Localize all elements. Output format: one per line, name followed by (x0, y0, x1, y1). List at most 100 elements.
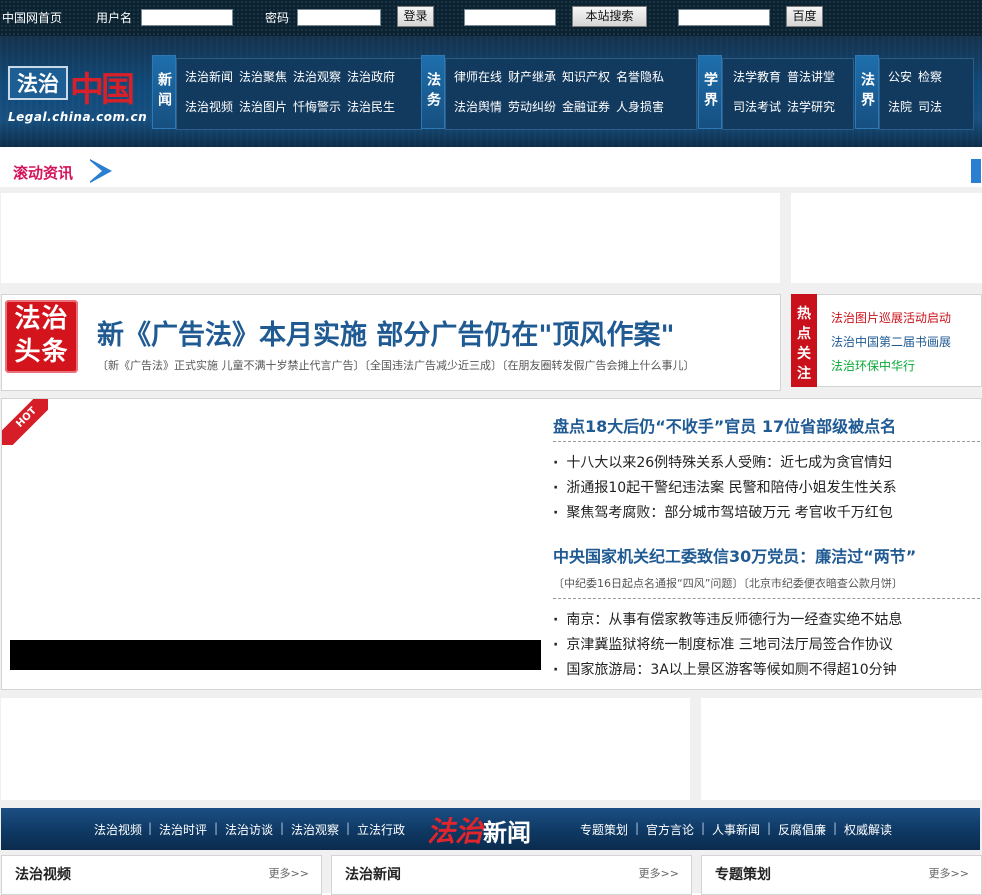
scroll-indicator (971, 159, 981, 183)
news-list-item[interactable]: 国家旅游局：3A以上景区游客等候如厕不得超10分钟 (553, 659, 896, 679)
news-list-item[interactable]: 聚焦驾考腐败：部分城市驾培破万元 考官收千万红包 (553, 502, 892, 522)
nav-link[interactable]: 法治图片 (239, 98, 287, 115)
top-login-bar: 中国网首页 用户名 密码 登录 本站搜索 百度 (0, 0, 982, 36)
more-link[interactable]: 更多>> (929, 865, 969, 881)
legal-news-logo-white: 新闻 (483, 818, 532, 847)
nav-link[interactable]: 司法考试 (733, 98, 781, 115)
nav-link[interactable]: 法治观察 (293, 68, 341, 85)
headline-block: 法治头条 新《广告法》本月实施 部分广告仍在"顶风作案" 〔新《广告法》正式实施… (1, 294, 781, 391)
divider: | (280, 821, 285, 835)
more-link[interactable]: 更多>> (639, 865, 679, 881)
legal-news-logo: 法治新闻 (427, 810, 531, 850)
photo-caption-bar[interactable] (10, 640, 541, 670)
legal-news-nav-link[interactable]: 官方言论 (646, 821, 694, 838)
main-news-block: HOT 盘点18大后仍“不收手”官员 17位省部级被点名 十八大以来26例特殊关… (1, 398, 982, 690)
column-legal-video: 法治视频 更多>> (1, 855, 322, 895)
hot-ribbon: HOT (2, 399, 48, 445)
nav-link[interactable]: 法学教育 (733, 68, 781, 85)
nav-link[interactable]: 法院 (888, 98, 912, 115)
nav-link[interactable]: 法治民生 (347, 98, 395, 115)
divider: | (701, 821, 706, 835)
hot-ribbon-text: HOT (2, 399, 48, 445)
ad-banner-side[interactable] (791, 193, 982, 283)
site-search-button[interactable]: 本站搜索 (572, 6, 647, 27)
hot-focus-item[interactable]: 法治中国第二届书画展 (831, 333, 951, 350)
nav-link[interactable]: 法治政府 (347, 68, 395, 85)
news-block2-sub-links[interactable]: 〔中纪委16日起点名通报“四风”问题〕〔北京市纪委便衣暗查公款月饼〕 (553, 575, 903, 591)
more-link[interactable]: 更多>> (269, 865, 309, 881)
nav-link[interactable]: 法治视频 (185, 98, 233, 115)
hot-focus-item[interactable]: 法治环保中华行 (831, 357, 915, 374)
nav-link[interactable]: 法治舆情 (454, 98, 502, 115)
scroll-news-label: 滚动资讯 (13, 164, 74, 182)
nav-link[interactable]: 知识产权 (562, 68, 610, 85)
ad-banner-mid-side[interactable] (701, 698, 982, 800)
nav-link[interactable]: 法治聚焦 (239, 68, 287, 85)
nav-link[interactable]: 名誉隐私 (616, 68, 664, 85)
nav-link[interactable]: 普法讲堂 (787, 68, 835, 85)
site-search-input[interactable] (464, 9, 556, 26)
column-title: 法治新闻 (345, 867, 401, 883)
baidu-search-button[interactable]: 百度 (786, 6, 823, 27)
divider: | (148, 821, 153, 835)
hot-focus-panel: 热点关注 法治图片巡展活动启动 法治中国第二届书画展 法治环保中华行 (791, 294, 982, 387)
nav-link[interactable]: 法学研究 (787, 98, 835, 115)
legal-news-nav-link[interactable]: 权威解读 (844, 821, 892, 838)
china-homepage-link[interactable]: 中国网首页 (2, 9, 62, 26)
nav-link[interactable]: 法治新闻 (185, 68, 233, 85)
legal-news-nav-link[interactable]: 法治视频 (94, 821, 142, 838)
scroll-news-bar: 滚动资讯 (0, 155, 982, 188)
featured-photo[interactable]: HOT (2, 399, 547, 689)
ad-banner-mid[interactable] (1, 698, 690, 800)
divider: | (214, 821, 219, 835)
site-logo[interactable]: 法治 中国 Legal.china.com.cn (8, 66, 147, 126)
divider: | (635, 821, 640, 835)
login-button[interactable]: 登录 (397, 6, 434, 27)
password-label: 密码 (265, 11, 290, 25)
baidu-search-input[interactable] (678, 9, 770, 26)
nav-link[interactable]: 忏悔警示 (293, 98, 341, 115)
nav-link[interactable]: 司法 (918, 98, 942, 115)
legal-news-logo-red: 法治 (427, 815, 484, 848)
headline-stamp: 法治头条 (5, 300, 78, 373)
news-list-item[interactable]: 京津冀监狱将统一制度标准 三地司法厅局签合作协议 (553, 634, 892, 654)
news-block2-title[interactable]: 中央国家机关纪工委致信30万党员：廉洁过“两节” (553, 543, 916, 567)
nav-link[interactable]: 公安 (888, 68, 912, 85)
news-block1-title[interactable]: 盘点18大后仍“不收手”官员 17位省部级被点名 (553, 413, 896, 437)
nav-link[interactable]: 人身损害 (616, 98, 664, 115)
news-list-item[interactable]: 浙通报10起干警纪违法案 民警和陪侍小姐发生性关系 (553, 477, 896, 497)
news-list-item[interactable]: 南京：从事有偿家教等违反师德行为一经查实绝不姑息 (553, 609, 902, 629)
nav-link[interactable]: 律师在线 (454, 68, 502, 85)
logo-domain: Legal.china.com.cn (8, 110, 148, 124)
ad-banner-main[interactable] (1, 193, 780, 283)
username-input[interactable] (141, 9, 233, 26)
column-special-topics: 专题策划 更多>> (701, 855, 982, 895)
arrow-right-icon-inner (88, 159, 102, 183)
news-list-item[interactable]: 十八大以来26例特殊关系人受贿：近七成为贪官情妇 (553, 452, 892, 472)
legal-news-nav-link[interactable]: 专题策划 (580, 821, 628, 838)
nav-link[interactable]: 劳动纠纷 (508, 98, 556, 115)
legal-news-nav-link[interactable]: 法治访谈 (225, 821, 273, 838)
column-title: 法治视频 (15, 867, 71, 883)
column-legal-news: 法治新闻 更多>> (331, 855, 692, 895)
legal-news-nav-link[interactable]: 法治观察 (291, 821, 339, 838)
hot-focus-item[interactable]: 法治图片巡展活动启动 (831, 309, 951, 326)
legal-news-nav-link[interactable]: 立法行政 (357, 821, 405, 838)
column-title: 专题策划 (715, 867, 771, 883)
legal-news-nav-link[interactable]: 反腐倡廉 (778, 821, 826, 838)
divider: | (767, 821, 772, 835)
nav-link[interactable]: 财产继承 (508, 68, 556, 85)
password-input[interactable] (297, 9, 381, 26)
legal-news-nav-link[interactable]: 人事新闻 (712, 821, 760, 838)
legal-news-nav-link[interactable]: 法治时评 (159, 821, 207, 838)
username-label: 用户名 (96, 11, 133, 25)
hot-focus-label: 热点关注 (791, 294, 817, 387)
nav-link[interactable]: 检察 (918, 68, 942, 85)
headline-title[interactable]: 新《广告法》本月实施 部分广告仍在"顶风作案" (97, 313, 675, 352)
headline-sub-links[interactable]: 〔新《广告法》正式实施 儿童不满十岁禁止代言广告〕〔全国违法广告减少近三成〕〔在… (97, 357, 695, 373)
divider (553, 441, 980, 442)
nav-link[interactable]: 金融证券 (562, 98, 610, 115)
nav-label-legal-affairs: 法务 (422, 56, 444, 128)
divider (553, 598, 980, 599)
site-header: 法治 中国 Legal.china.com.cn 新闻 法治新闻 法治聚焦 法治… (0, 36, 982, 147)
